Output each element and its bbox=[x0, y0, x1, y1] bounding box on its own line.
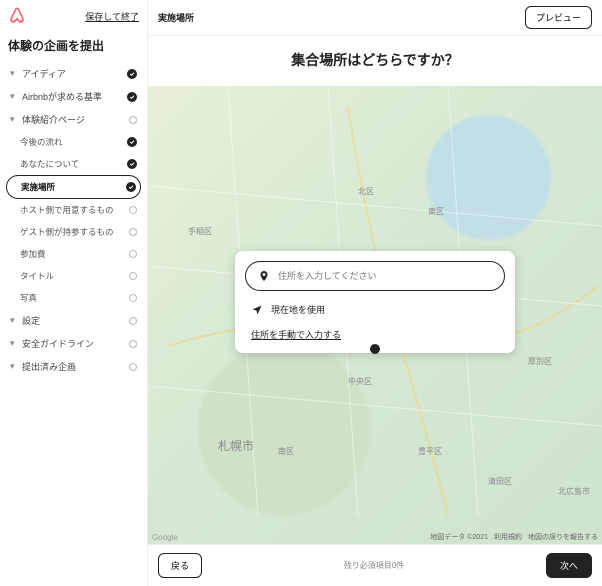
map-district-label: 手稲区 bbox=[188, 226, 212, 237]
status-dot bbox=[129, 294, 137, 302]
topbar: 実施場所 プレビュー bbox=[148, 0, 602, 36]
map-district-label: 南区 bbox=[278, 446, 294, 457]
chevron-down-icon: ▾ bbox=[10, 315, 18, 326]
footer: 戻る 残り必須項目0件 次へ bbox=[148, 544, 602, 586]
check-icon bbox=[127, 92, 137, 102]
nav-item-label: 参加費 bbox=[20, 248, 46, 260]
manual-address-link[interactable]: 住所を手動で入力する bbox=[245, 322, 505, 343]
chevron-down-icon: ▾ bbox=[10, 114, 18, 125]
status-dot bbox=[129, 272, 137, 280]
sidebar: 保存して終了 体験の企画を提出 ▾ アイディア ▾ Airbnbが求める基準 ▾ 体験紹介… bbox=[0, 0, 148, 586]
status-dot bbox=[129, 228, 137, 236]
map-district-label: 厚別区 bbox=[528, 356, 552, 367]
map-district-label: 北区 bbox=[358, 186, 374, 197]
check-icon bbox=[126, 182, 136, 192]
map-center-pin bbox=[370, 344, 380, 354]
nav-item-0[interactable]: ▾ アイディア bbox=[6, 62, 141, 85]
status-dot bbox=[129, 340, 137, 348]
back-button[interactable]: 戻る bbox=[158, 553, 202, 578]
map-attribution: 地図データ ©2021 利用規約 地図の誤りを報告する bbox=[430, 532, 598, 542]
nav-item-label: 体験紹介ページ bbox=[22, 113, 85, 126]
nav-item-label: あなたについて bbox=[20, 158, 79, 170]
map-city-label: 札幌市 bbox=[218, 437, 254, 454]
check-icon bbox=[127, 137, 137, 147]
pin-icon bbox=[258, 270, 270, 282]
nav-item-label: 安全ガイドライン bbox=[22, 337, 94, 350]
next-button[interactable]: 次へ bbox=[546, 553, 592, 578]
address-input[interactable] bbox=[278, 271, 492, 281]
status-dot bbox=[129, 116, 137, 124]
google-watermark: Google bbox=[152, 533, 178, 542]
nav-list: ▾ アイディア ▾ Airbnbが求める基準 ▾ 体験紹介ページ今後の流れあなたについて実… bbox=[0, 62, 147, 586]
use-current-location-button[interactable]: 現在地を使用 bbox=[245, 291, 505, 322]
status-dot bbox=[129, 250, 137, 258]
map-terms-link[interactable]: 利用規約 bbox=[494, 532, 522, 542]
map[interactable]: 札幌市 手稲区 西区 北区 東区 中央区 白石区 南区 豊平区 厚別区 清田区 … bbox=[148, 86, 602, 544]
sidebar-title: 体験の企画を提出 bbox=[0, 33, 147, 62]
map-district-label: 中央区 bbox=[348, 376, 372, 387]
status-dot bbox=[129, 317, 137, 325]
page-heading: 集合場所はどちらですか？ bbox=[148, 36, 602, 86]
airbnb-logo-icon bbox=[8, 6, 26, 27]
map-district-label: 豊平区 bbox=[418, 446, 442, 457]
nav-item-label: 実施場所 bbox=[21, 181, 55, 193]
chevron-down-icon: ▾ bbox=[10, 91, 18, 102]
save-exit-link[interactable]: 保存して終了 bbox=[85, 10, 139, 23]
map-district-label: 東区 bbox=[428, 206, 444, 217]
main-panel: 実施場所 プレビュー 集合場所はどちらですか？ 札幌市 手稲区 西区 北区 東区… bbox=[148, 0, 602, 586]
nav-item-label: タイトル bbox=[20, 270, 54, 282]
location-card: 現在地を使用 住所を手動で入力する bbox=[235, 251, 515, 353]
nav-item-9[interactable]: タイトル bbox=[6, 265, 141, 287]
address-input-wrap[interactable] bbox=[245, 261, 505, 291]
check-icon bbox=[127, 69, 137, 79]
map-report-link[interactable]: 地図の誤りを報告する bbox=[528, 532, 598, 542]
nav-item-12[interactable]: ▾ 安全ガイドライン bbox=[6, 332, 141, 355]
map-district-label: 北広島市 bbox=[558, 486, 590, 497]
nav-item-5[interactable]: 実施場所 bbox=[6, 175, 141, 199]
nav-item-7[interactable]: ゲスト側が持参するもの bbox=[6, 221, 141, 243]
preview-button[interactable]: プレビュー bbox=[525, 6, 592, 29]
nav-item-label: 今後の流れ bbox=[20, 136, 63, 148]
location-arrow-icon bbox=[251, 304, 263, 316]
nav-item-label: 設定 bbox=[22, 314, 40, 327]
nav-item-label: 写真 bbox=[20, 292, 37, 304]
nav-item-label: ゲスト側が持参するもの bbox=[20, 226, 114, 238]
nav-item-8[interactable]: 参加費 bbox=[6, 243, 141, 265]
nav-item-4[interactable]: あなたについて bbox=[6, 153, 141, 175]
status-dot bbox=[129, 206, 137, 214]
nav-item-11[interactable]: ▾ 設定 bbox=[6, 309, 141, 332]
nav-item-3[interactable]: 今後の流れ bbox=[6, 131, 141, 153]
nav-item-6[interactable]: ホスト側で用意するもの bbox=[6, 199, 141, 221]
chevron-down-icon: ▾ bbox=[10, 338, 18, 349]
nav-item-2[interactable]: ▾ 体験紹介ページ bbox=[6, 108, 141, 131]
nav-item-13[interactable]: ▾ 提出済み企画 bbox=[6, 355, 141, 378]
nav-item-label: アイディア bbox=[22, 67, 66, 80]
check-icon bbox=[127, 159, 137, 169]
chevron-down-icon: ▾ bbox=[10, 68, 18, 79]
use-location-label: 現在地を使用 bbox=[271, 303, 325, 316]
remaining-fields-text: 残り必須項目0件 bbox=[344, 560, 404, 571]
chevron-down-icon: ▾ bbox=[10, 361, 18, 372]
nav-item-label: 提出済み企画 bbox=[22, 360, 76, 373]
map-attrib-text: 地図データ ©2021 bbox=[430, 532, 488, 542]
nav-item-label: ホスト側で用意するもの bbox=[20, 204, 114, 216]
nav-item-10[interactable]: 写真 bbox=[6, 287, 141, 309]
status-dot bbox=[129, 363, 137, 371]
nav-item-1[interactable]: ▾ Airbnbが求める基準 bbox=[6, 85, 141, 108]
nav-item-label: Airbnbが求める基準 bbox=[22, 90, 102, 103]
breadcrumb: 実施場所 bbox=[158, 11, 194, 24]
map-district-label: 清田区 bbox=[488, 476, 512, 487]
